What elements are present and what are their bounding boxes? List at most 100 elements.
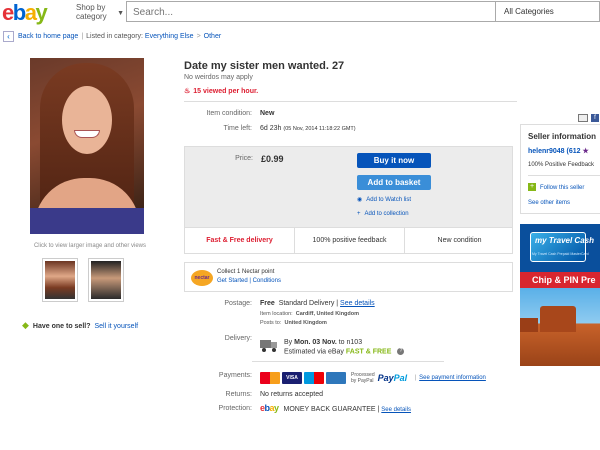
delivery-estimated: Estimated via eBay — [284, 348, 344, 356]
item-location-label: Item location: — [260, 311, 293, 317]
email-icon[interactable] — [578, 113, 588, 122]
viewed-per-hour: ♨ 15 viewed per hour. — [184, 87, 258, 95]
add-to-basket-button[interactable]: Add to basket — [357, 175, 431, 190]
feature-new-condition: New condition — [437, 237, 482, 244]
delivery-to: to n103 — [338, 339, 363, 346]
sell-question: Have one to sell? — [32, 323, 91, 330]
flame-icon: ♨ — [184, 88, 191, 95]
listed-in-label: Listed in category: — [86, 33, 143, 40]
processed-by-paypal: Processed by PayPal — [351, 372, 375, 384]
time-left-value: 6d 23h (05 Nov, 2014 11:18:22 GMT) — [260, 125, 356, 132]
time-left-label: Time left: — [223, 125, 252, 132]
condition-label: Item condition: — [206, 110, 252, 117]
maestro-icon — [304, 371, 324, 384]
chevron-down-icon: ▼ — [117, 10, 124, 17]
seller-info-title: Seller information — [528, 132, 597, 141]
money-back-guarantee: MONEY BACK GUARANTEE — [283, 406, 376, 413]
price-value: £0.99 — [261, 154, 284, 164]
amex-icon — [326, 371, 346, 384]
paypal-logo: PayPal — [378, 373, 408, 383]
seller-info-panel: Seller information helenr9048 (612 ★ 100… — [520, 124, 600, 214]
nectar-logo: nectar — [191, 270, 213, 286]
protection-label: Protection: — [218, 405, 252, 412]
payments-label: Payments: — [218, 372, 252, 379]
image-gallery: Click to view larger image and other vie… — [0, 48, 180, 338]
feature-fast-free-delivery: Fast & Free delivery — [185, 228, 295, 253]
star-icon: ★ — [582, 148, 589, 155]
main-item-image[interactable] — [30, 58, 144, 234]
truck-icon — [260, 338, 278, 352]
shop-by-category-button[interactable]: Shop by category ▼ — [76, 3, 126, 21]
thumbnail-2[interactable] — [88, 258, 124, 302]
feature-strip: Fast & Free delivery 100% positive feedb… — [184, 228, 513, 254]
see-payment-info-link[interactable]: See payment information — [419, 375, 486, 381]
time-left-duration: 6d 23h — [260, 125, 282, 132]
mesa-rock — [540, 306, 576, 332]
seller-name[interactable]: helenr9048 (612 ★ — [528, 147, 589, 155]
nectar-links: Get Started | Conditions — [217, 278, 281, 284]
search-input[interactable] — [127, 3, 495, 22]
thumbnail-1[interactable] — [42, 258, 78, 302]
travel-cash-title: my Travel Cash — [535, 236, 594, 245]
postage-see-details-link[interactable]: See details — [340, 300, 375, 307]
payments-divider: | — [414, 374, 417, 381]
category-select[interactable]: All Categories — [496, 1, 600, 22]
conditions-link[interactable]: Conditions — [253, 278, 281, 284]
visa-icon: VISA — [282, 371, 302, 384]
logo-letter-y: y — [35, 0, 47, 25]
seller-positive-feedback: 100% Positive Feedback — [528, 162, 595, 168]
postage-label: Postage: — [224, 300, 252, 307]
ebay-logo[interactable]: ebay — [2, 0, 48, 25]
sell-it-yourself-link[interactable]: Sell it yourself — [95, 323, 139, 330]
delivery-label: Delivery: — [224, 335, 252, 342]
image-face — [62, 86, 112, 154]
breadcrumb-other[interactable]: Other — [204, 33, 222, 40]
get-started-link[interactable]: Get Started — [217, 278, 248, 284]
seller-divider — [528, 175, 600, 176]
delivery-estimate: Estimated via eBay FAST & FREE? — [284, 348, 405, 356]
facebook-icon[interactable]: f — [591, 113, 599, 122]
see-other-items-link[interactable]: See other items — [528, 200, 570, 206]
mini-logo-y: y — [274, 403, 279, 413]
feature-positive-feedback: 100% positive feedback — [295, 228, 405, 253]
protection-see-details-link[interactable]: See details — [381, 407, 411, 413]
buy-it-now-button[interactable]: Buy it now — [357, 153, 431, 168]
item-title: Date my sister men wanted. 27 — [184, 60, 345, 72]
processed-line2: by PayPal — [351, 377, 374, 384]
sell-prompt: ◆ Have one to sell? Sell it yourself — [22, 320, 138, 331]
postage-method: Standard Delivery — [278, 300, 335, 307]
help-icon[interactable]: ? — [397, 348, 405, 355]
logo-letter-b: b — [12, 0, 26, 25]
header-bar: ebay Shop by category ▼ All Categories — [0, 0, 600, 26]
title-divider — [184, 101, 517, 102]
back-arrow-icon[interactable]: ‹ — [3, 30, 14, 42]
seller-feedback-score[interactable]: (612 — [567, 148, 581, 155]
condition-value: New — [260, 110, 275, 117]
follow-seller-button[interactable]: + Follow this seller — [528, 182, 600, 195]
item-location: Item location: Cardiff, United Kingdom — [260, 311, 359, 317]
add-to-collection-link[interactable]: + Add to collection — [357, 211, 409, 217]
back-to-home-link[interactable]: Back to home page — [18, 33, 78, 40]
chip-pin-banner: Chip & PIN Pre — [520, 272, 600, 288]
delivery-by: By — [284, 339, 293, 346]
returns-value: No returns accepted — [260, 391, 324, 398]
enlarge-image-hint[interactable]: Click to view larger image and other vie… — [0, 243, 180, 249]
logo-letter-a: a — [24, 0, 37, 25]
postage-free: Free — [260, 300, 275, 307]
breadcrumb-everything-else[interactable]: Everything Else — [145, 33, 194, 40]
search-field[interactable] — [126, 1, 496, 22]
returns-label: Returns: — [225, 391, 252, 398]
postage-value: Free Standard Delivery | See details — [260, 300, 375, 307]
image-smile — [74, 130, 100, 138]
seller-username[interactable]: helenr9048 — [528, 148, 565, 155]
plus-icon: + — [528, 183, 536, 192]
advertisement[interactable]: my Travel Cash My Travel Cash Prepaid Ma… — [520, 224, 600, 366]
travel-cash-subtitle: My Travel Cash Prepaid MasterCard — [532, 252, 589, 256]
mastercard-icon — [260, 371, 280, 384]
ebay-mini-logo: ebay — [260, 403, 279, 413]
add-to-watch-list-link[interactable]: ◉ Add to Watch list — [357, 196, 411, 203]
item-location-value: Cardiff, United Kingdom — [295, 311, 360, 317]
thumbnail-1-image — [45, 261, 75, 299]
delivery-date: By Mon. 03 Nov. to n103 — [284, 339, 362, 346]
image-top — [30, 208, 144, 234]
